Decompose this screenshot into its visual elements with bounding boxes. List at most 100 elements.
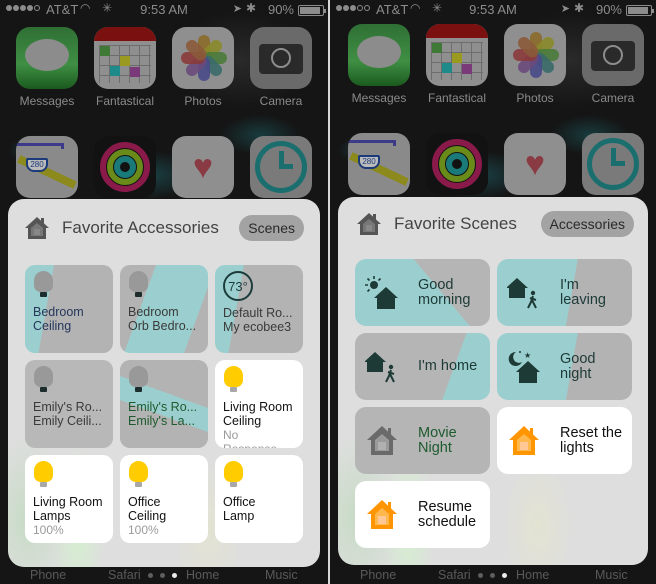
accessory-name: Bedroom Ceiling xyxy=(33,305,84,333)
dock: Phone Safari Home Music xyxy=(330,566,656,584)
home-screen-scenes: AT&T ◠ ✳ 9:53 AM ➤ ✱ 90% Messages Fantas… xyxy=(330,0,656,584)
house-person-leaving-icon xyxy=(506,276,541,310)
dock-app-safari[interactable]: Safari xyxy=(108,568,141,582)
app-label: Photos xyxy=(516,91,554,105)
scene-tile[interactable]: Resume schedule xyxy=(355,481,490,548)
scene-tile[interactable]: I'm leaving xyxy=(497,259,632,326)
lightbulb-icon xyxy=(34,366,53,394)
widget-header: Favorite Accessories Scenes xyxy=(24,213,304,243)
maps-icon: 280 xyxy=(16,136,78,198)
home-app-icon xyxy=(24,215,50,241)
scene-tile[interactable]: ★ Good night xyxy=(497,333,632,400)
camera-icon xyxy=(582,24,644,86)
lightbulb-icon xyxy=(129,461,148,489)
home-app-icon xyxy=(356,211,382,237)
moon-house-icon: ★ xyxy=(507,350,541,384)
lightbulb-icon xyxy=(34,461,53,489)
home-screen-accessories: AT&T ◠ ✳ 9:53 AM ➤ ✱ 90% Messages Fantas… xyxy=(0,0,328,584)
favorite-scenes-widget: Favorite Scenes Accessories Good morning … xyxy=(338,197,648,565)
accessory-grid: Bedroom Ceiling Bedroom Orb Bedro... 73° D… xyxy=(25,265,303,543)
thermostat-icon: 73° xyxy=(223,271,253,301)
battery-percent: 90% xyxy=(267,2,294,17)
accessory-tile[interactable]: Office Lamp xyxy=(215,455,303,543)
widget-header: Favorite Scenes Accessories xyxy=(356,209,634,239)
accessory-status: 100% xyxy=(33,523,64,537)
accessory-name: Living Room Lamps xyxy=(33,495,103,523)
dock-app-phone[interactable]: Phone xyxy=(30,568,66,582)
calendar-icon xyxy=(426,24,488,86)
lightbulb-icon xyxy=(224,366,243,394)
scenes-toggle-button[interactable]: Scenes xyxy=(239,215,304,241)
app-messages[interactable]: Messages xyxy=(348,24,410,105)
maps-icon: 280 xyxy=(348,133,410,195)
accessory-tile[interactable]: Emily's Ro... Emily Ceili... xyxy=(25,360,113,448)
dock-app-music[interactable]: Music xyxy=(595,568,628,582)
page-indicator[interactable] xyxy=(148,573,177,578)
app-messages[interactable]: Messages xyxy=(16,27,78,108)
app-fantastical[interactable]: Fantastical xyxy=(94,27,156,108)
scene-name: I'm home xyxy=(418,358,478,374)
messages-icon xyxy=(348,24,410,86)
app-label: Fantastical xyxy=(427,91,487,105)
accessory-name: Default Ro... My ecobee3 xyxy=(223,306,293,334)
app-photos[interactable]: Photos xyxy=(172,27,234,108)
accessory-name: Bedroom Orb Bedro... xyxy=(128,305,197,333)
photos-icon xyxy=(172,27,234,89)
dock-app-home[interactable]: Home xyxy=(186,568,219,582)
scene-name: I'm leaving xyxy=(560,276,606,308)
heart-icon: ♥ xyxy=(504,133,566,195)
camera-icon xyxy=(250,27,312,89)
accessories-toggle-button[interactable]: Accessories xyxy=(540,211,634,237)
accessory-tile[interactable]: Living RoomCeiling No Response xyxy=(215,360,303,448)
status-bar: AT&T ◠ ✳ 9:53 AM ➤ ✱ 90% xyxy=(0,0,328,20)
app-label: Camera xyxy=(259,94,303,108)
accessory-tile[interactable]: Living Room Lamps 100% xyxy=(25,455,113,543)
lightbulb-icon xyxy=(129,366,148,394)
accessory-tile[interactable]: 73° Default Ro... My ecobee3 xyxy=(215,265,303,353)
app-label: Fantastical xyxy=(95,94,155,108)
bluetooth-icon: ✱ xyxy=(573,1,584,15)
accessory-tile[interactable]: Emily's Ro... Emily's La... xyxy=(120,360,208,448)
clock-icon xyxy=(250,136,312,198)
messages-icon xyxy=(16,27,78,89)
location-arrow-icon: ➤ xyxy=(560,3,570,15)
app-label: Messages xyxy=(19,94,75,108)
scene-name: Movie Night xyxy=(418,424,457,456)
scene-tile[interactable]: Movie Night xyxy=(355,407,490,474)
scene-tile[interactable]: Reset the lights xyxy=(497,407,632,474)
dock-app-safari[interactable]: Safari xyxy=(438,568,471,582)
scene-tile[interactable]: I'm home xyxy=(355,333,490,400)
app-fantastical[interactable]: Fantastical xyxy=(426,24,488,105)
app-camera[interactable]: Camera xyxy=(250,27,312,108)
accessory-name: Emily's Ro... Emily Ceili... xyxy=(33,400,103,428)
activity-rings-icon xyxy=(426,133,488,195)
lightbulb-icon xyxy=(34,271,53,299)
battery-percent: 90% xyxy=(595,2,622,17)
accessory-tile[interactable]: Bedroom Ceiling xyxy=(25,265,113,353)
accessory-tile[interactable]: Office Ceiling 100% xyxy=(120,455,208,543)
accessory-status: 100% xyxy=(128,523,159,537)
house-icon xyxy=(365,498,399,532)
scene-name: Resume schedule xyxy=(418,498,477,530)
app-photos[interactable]: Photos xyxy=(504,24,566,105)
scene-tile[interactable]: Good morning xyxy=(355,259,490,326)
status-bar: AT&T ◠ ✳ 9:53 AM ➤ ✱ 90% xyxy=(330,0,656,20)
accessory-name: Office Lamp xyxy=(223,495,256,523)
svg-text:★: ★ xyxy=(524,351,531,360)
dock-app-music[interactable]: Music xyxy=(265,568,298,582)
app-label: Camera xyxy=(591,91,635,105)
dock-app-home[interactable]: Home xyxy=(516,568,549,582)
dock-app-phone[interactable]: Phone xyxy=(360,568,396,582)
location-arrow-icon: ➤ xyxy=(232,3,242,15)
app-grid: Messages Fantastical Photos Camera 280 ♥ xyxy=(348,24,646,214)
dock: Phone Safari Home Music xyxy=(0,566,328,584)
bluetooth-icon: ✱ xyxy=(245,1,256,15)
battery-icon xyxy=(298,5,326,16)
scene-name: Reset the lights xyxy=(560,424,623,456)
scene-name: Good morning xyxy=(418,276,471,308)
accessory-tile[interactable]: Bedroom Orb Bedro... xyxy=(120,265,208,353)
favorite-accessories-widget: Favorite Accessories Scenes Bedroom Ceili… xyxy=(8,199,320,567)
house-icon xyxy=(365,424,399,458)
page-indicator[interactable] xyxy=(478,573,507,578)
app-camera[interactable]: Camera xyxy=(582,24,644,105)
